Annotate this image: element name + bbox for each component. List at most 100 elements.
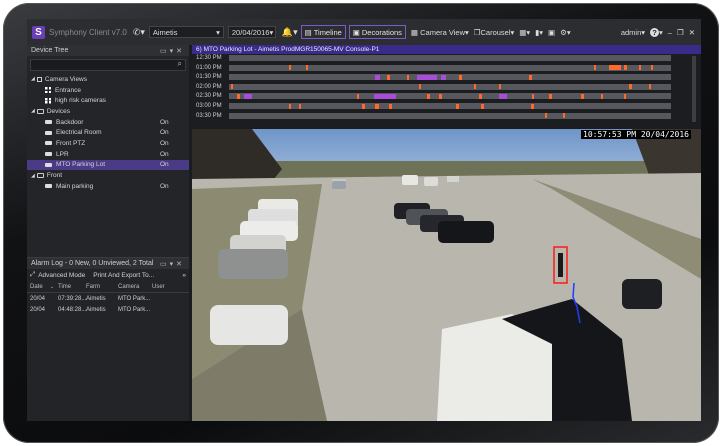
timeline-event-mark[interactable] xyxy=(441,74,446,80)
timeline-event-mark[interactable] xyxy=(624,65,627,71)
timeline-event-mark[interactable] xyxy=(532,93,534,99)
timeline-event-mark[interactable] xyxy=(407,74,409,80)
report-icon[interactable]: ▣ xyxy=(548,28,555,37)
close-icon[interactable]: ✕ xyxy=(689,28,695,37)
timeline-event-mark[interactable] xyxy=(499,84,501,90)
timeline-event-mark[interactable] xyxy=(479,93,482,99)
table-row[interactable]: 20/04 04:48:28... Aimetis MTO Park... xyxy=(27,304,189,315)
timeline-row[interactable]: 02:30 PM xyxy=(192,92,701,101)
table-row[interactable]: 20/04 07:39:28... Aimetis MTO Park... xyxy=(27,293,189,304)
bookmark-icon[interactable]: ▮▾ xyxy=(535,28,543,37)
timeline-event-mark[interactable] xyxy=(357,93,359,99)
minimize-icon[interactable]: – xyxy=(668,28,672,37)
timeline-event-mark[interactable] xyxy=(624,93,626,99)
timeline-event-mark[interactable] xyxy=(419,84,421,90)
timeline-event-mark[interactable] xyxy=(244,93,252,99)
carousel-button[interactable]: ❐Carousel▾ xyxy=(474,28,515,37)
timeline-event-mark[interactable] xyxy=(289,103,291,109)
timeline-event-mark[interactable] xyxy=(231,84,233,90)
timeline-event-mark[interactable] xyxy=(474,84,476,90)
timeline-event-mark[interactable] xyxy=(439,93,442,99)
advanced-mode-button[interactable]: Advanced Mode xyxy=(38,272,85,279)
gear-icon[interactable]: ⚙▾ xyxy=(560,28,571,37)
decorations-button[interactable]: ▣ Decorations xyxy=(348,25,406,39)
video-feed[interactable]: 10:57:53 PM 20/04/2016 xyxy=(192,129,701,421)
timeline-row[interactable]: 01:00 PM xyxy=(192,64,701,73)
timeline-panel[interactable]: 12:30 PM 01:00 PM 01:30 PM 02:00 PM 02:30 PM… xyxy=(192,54,701,126)
layout-icon[interactable]: ▦▾ xyxy=(519,28,530,37)
column-header[interactable]: Date xyxy=(30,284,50,290)
timeline-event-mark[interactable] xyxy=(581,93,584,99)
timeline-event-mark[interactable] xyxy=(375,103,379,109)
timeline-event-mark[interactable] xyxy=(237,93,240,99)
panel-controls[interactable]: ▭▾✕ xyxy=(160,47,185,55)
timeline-event-mark[interactable] xyxy=(629,84,632,90)
tree-item-main-parking[interactable]: Main parking On xyxy=(27,181,189,192)
timeline-event-mark[interactable] xyxy=(306,65,308,71)
timeline-event-mark[interactable] xyxy=(609,65,621,71)
timeline-event-mark[interactable] xyxy=(289,65,291,71)
timeline-event-mark[interactable] xyxy=(387,74,390,80)
column-header[interactable]: Time xyxy=(58,284,86,290)
panel-controls[interactable]: ▭▾✕ xyxy=(160,260,185,268)
tree-item-front-ptz[interactable]: Front PTZ On xyxy=(27,138,189,149)
timeline-event-mark[interactable] xyxy=(531,103,534,109)
timeline-event-mark[interactable] xyxy=(417,74,437,80)
date-select[interactable]: 20/04/2016 ▾ xyxy=(227,26,276,38)
expand-icon[interactable]: ◢ xyxy=(31,173,35,179)
timeline-row[interactable]: 03:00 PM xyxy=(192,102,701,111)
tree-item-high-risk[interactable]: high risk cameras xyxy=(27,95,189,106)
timeline-track[interactable] xyxy=(229,83,671,90)
timeline-row[interactable]: 03:30 PM xyxy=(192,112,701,121)
sort-icon[interactable]: ⌄ xyxy=(50,284,58,290)
timeline-track[interactable] xyxy=(229,74,671,81)
expand-icon[interactable]: ◢ xyxy=(31,108,35,114)
timeline-button[interactable]: ▤ Timeline xyxy=(300,25,346,39)
timeline-track[interactable] xyxy=(229,64,671,71)
bell-icon[interactable]: ✆▾ xyxy=(133,27,145,38)
timeline-event-mark[interactable] xyxy=(549,93,552,99)
timeline-event-mark[interactable] xyxy=(594,65,596,71)
server-select[interactable]: Aimetis ▾ xyxy=(148,26,224,38)
timeline-event-mark[interactable] xyxy=(499,93,507,99)
tree-item-devices[interactable]: ◢ Devices xyxy=(27,106,189,117)
timeline-event-mark[interactable] xyxy=(545,113,547,119)
timeline-track[interactable] xyxy=(229,93,671,100)
column-header[interactable]: User xyxy=(152,284,172,290)
search-icon[interactable]: ⌕ xyxy=(178,59,182,69)
user-menu[interactable]: admin▾ xyxy=(621,28,645,37)
timeline-event-mark[interactable] xyxy=(375,74,380,80)
print-export-button[interactable]: Print And Export To... xyxy=(93,272,154,279)
tree-item-camera-views[interactable]: ◢ Camera Views xyxy=(27,74,189,85)
device-search-input[interactable]: ⌕ xyxy=(30,59,186,71)
tree-item-electrical-room[interactable]: Electrical Room On xyxy=(27,127,189,138)
timeline-track[interactable] xyxy=(229,112,671,119)
timeline-row[interactable]: 12:30 PM xyxy=(192,54,701,63)
timeline-event-mark[interactable] xyxy=(427,93,430,99)
timeline-event-mark[interactable] xyxy=(563,113,565,119)
overflow-icon[interactable]: » xyxy=(182,272,186,279)
timeline-event-mark[interactable] xyxy=(639,65,641,71)
tree-item-backdoor[interactable]: Backdoor On xyxy=(27,117,189,128)
tree-item-mto-parking-lot[interactable]: MTO Parking Lot On xyxy=(27,159,189,171)
timeline-event-mark[interactable] xyxy=(362,103,365,109)
timeline-event-mark[interactable] xyxy=(459,74,462,80)
camera-view-button[interactable]: ▦ Camera View▾ xyxy=(411,28,469,37)
timeline-event-mark[interactable] xyxy=(651,65,653,71)
tree-item-front[interactable]: ◢ Front xyxy=(27,170,189,181)
timeline-event-mark[interactable] xyxy=(456,103,459,109)
tree-item-lpr[interactable]: LPR On xyxy=(27,149,189,160)
column-header[interactable]: Camera xyxy=(118,284,152,290)
timeline-event-mark[interactable] xyxy=(529,74,532,80)
tree-item-entrance[interactable]: Entrance xyxy=(27,85,189,96)
column-header[interactable]: Farm xyxy=(86,284,118,290)
timeline-event-mark[interactable] xyxy=(649,84,651,90)
timeline-event-mark[interactable] xyxy=(389,103,392,109)
timeline-event-mark[interactable] xyxy=(299,103,301,109)
alarm-bell-icon[interactable]: 🔔▾ xyxy=(282,27,298,38)
timeline-track[interactable] xyxy=(229,55,671,61)
timeline-event-mark[interactable] xyxy=(601,93,603,99)
timeline-event-mark[interactable] xyxy=(374,93,396,99)
expand-icon[interactable]: ◢ xyxy=(31,76,35,82)
timeline-row[interactable]: 01:30 PM xyxy=(192,73,701,82)
